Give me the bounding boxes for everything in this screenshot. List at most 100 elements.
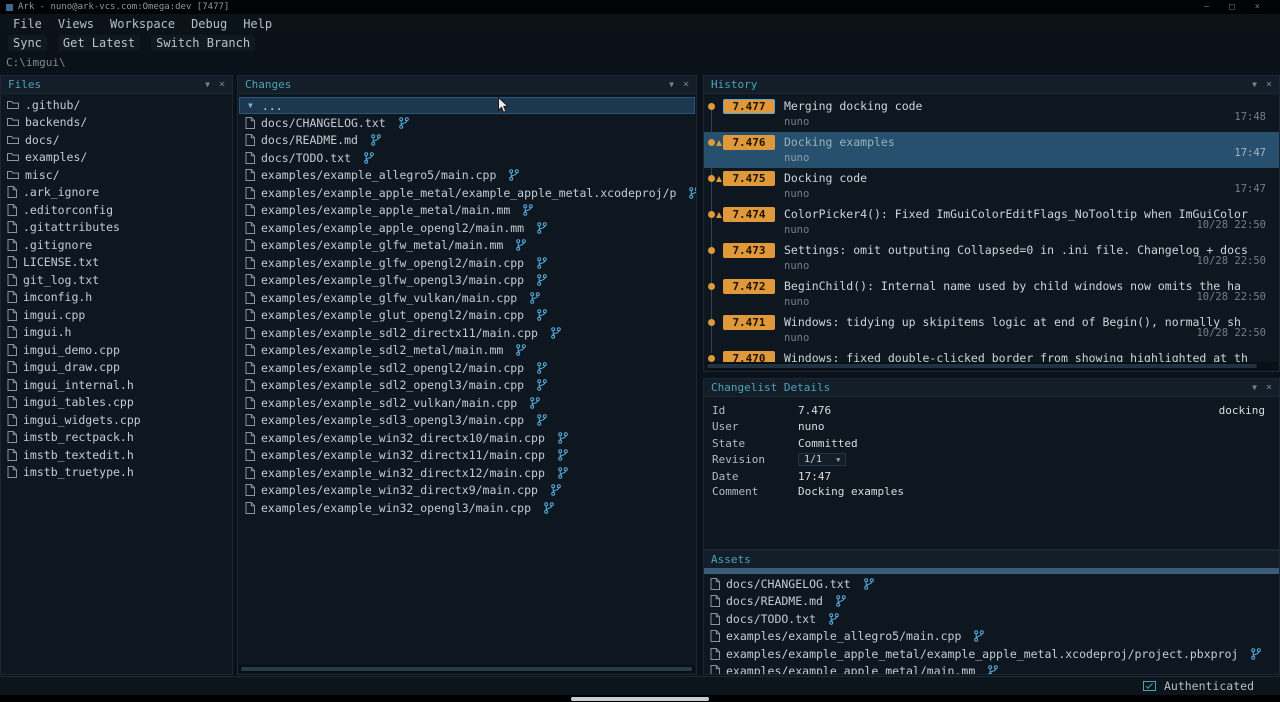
changeset-badge[interactable]: 7.477 — [723, 99, 775, 114]
detail-label: Comment — [704, 485, 798, 498]
changed-file-row[interactable]: examples/example_glfw_vulkan/main.cpp — [238, 289, 696, 307]
file-tree-item[interactable]: imgui_widgets.cpp — [1, 411, 232, 429]
file-tree-item[interactable]: backends/ — [1, 114, 232, 132]
file-tree-item[interactable]: .gitattributes — [1, 219, 232, 237]
changed-file-row[interactable]: docs/TODO.txt — [238, 149, 696, 167]
file-tree-item[interactable]: docs/ — [1, 131, 232, 149]
changed-file-row[interactable]: docs/README.md — [238, 132, 696, 150]
filter-icon[interactable]: ▼ — [1252, 80, 1257, 89]
changeset-row[interactable]: 7.471Windows: tidying up skipitems logic… — [704, 312, 1279, 348]
asset-row[interactable]: examples/example_apple_metal/example_app… — [704, 645, 1279, 663]
file-tree-item[interactable]: .ark_ignore — [1, 184, 232, 202]
maximize-icon[interactable]: □ — [1229, 2, 1234, 12]
close-panel-icon[interactable]: × — [219, 79, 225, 90]
history-hscrollbar[interactable] — [705, 362, 1278, 370]
menu-debug[interactable]: Debug — [184, 17, 234, 31]
file-tree-item[interactable]: imgui_tables.cpp — [1, 394, 232, 412]
changed-file-row[interactable]: examples/example_sdl3_opengl3/main.cpp — [238, 412, 696, 430]
mouse-cursor — [497, 96, 510, 119]
file-tree-item[interactable]: imgui_demo.cpp — [1, 341, 232, 359]
get-latest-button[interactable]: Get Latest — [58, 35, 140, 51]
changeset-row[interactable]: 7.473Settings: omit outputing Collapsed=… — [704, 240, 1279, 276]
changes-root-row[interactable]: ▼ ... — [239, 97, 695, 114]
file-tree-item[interactable]: imstb_rectpack.h — [1, 429, 232, 447]
changed-file-row[interactable]: examples/example_sdl2_vulkan/main.cpp — [238, 394, 696, 412]
menu-views[interactable]: Views — [51, 17, 101, 31]
changed-file-row[interactable]: examples/example_win32_opengl3/main.cpp — [238, 499, 696, 517]
file-tree-item[interactable]: git_log.txt — [1, 271, 232, 289]
changed-file-row[interactable]: examples/example_apple_opengl2/main.mm — [238, 219, 696, 237]
changed-file-row[interactable]: docs/CHANGELOG.txt — [238, 114, 696, 132]
file-tree-item[interactable]: imconfig.h — [1, 289, 232, 307]
changed-file-row[interactable]: examples/example_win32_directx9/main.cpp — [238, 482, 696, 500]
detail-value: 7.476 — [798, 404, 831, 417]
menu-workspace[interactable]: Workspace — [103, 17, 182, 31]
scrollbar-thumb[interactable] — [707, 364, 1257, 368]
filter-icon[interactable]: ▼ — [1252, 383, 1257, 392]
asset-row[interactable]: docs/TODO.txt — [704, 610, 1279, 628]
close-icon[interactable]: × — [1255, 2, 1260, 12]
asset-row[interactable]: docs/README.md — [704, 593, 1279, 611]
changed-file-row[interactable]: examples/example_glfw_opengl3/main.cpp — [238, 272, 696, 290]
changeset-badge[interactable]: 7.473 — [723, 243, 775, 258]
expander-icon[interactable]: ▼ — [248, 101, 253, 110]
changeset-row[interactable]: 7.472BeginChild(): Internal name used by… — [704, 276, 1279, 312]
changed-file-row[interactable]: examples/example_glut_opengl2/main.cpp — [238, 307, 696, 325]
window-controls: – □ × — [1204, 2, 1260, 12]
changed-file-row[interactable]: examples/example_apple_metal/example_app… — [238, 184, 696, 202]
changeset-row[interactable]: 7.477Merging docking codenuno17:48 — [704, 96, 1279, 132]
changed-file-row[interactable]: examples/example_sdl2_opengl3/main.cpp — [238, 377, 696, 395]
file-tree-item[interactable]: .gitignore — [1, 236, 232, 254]
minimize-icon[interactable]: – — [1204, 2, 1209, 12]
changeset-badge[interactable]: 7.471 — [723, 315, 775, 330]
changed-file-row[interactable]: examples/example_win32_directx10/main.cp… — [238, 429, 696, 447]
file-tree-item[interactable]: .editorconfig — [1, 201, 232, 219]
file-tree-item[interactable]: imgui.cpp — [1, 306, 232, 324]
changed-file-row[interactable]: examples/example_sdl2_metal/main.mm — [238, 342, 696, 360]
menu-help[interactable]: Help — [236, 17, 279, 31]
changeset-row[interactable]: 7.476Docking examplesnuno17:47 — [704, 132, 1279, 168]
changed-file-row[interactable]: examples/example_sdl2_opengl2/main.cpp — [238, 359, 696, 377]
changed-file-row[interactable]: examples/example_allegro5/main.cpp — [238, 167, 696, 185]
branch-icon — [689, 187, 696, 199]
changeset-badge[interactable]: 7.476 — [723, 135, 775, 150]
asset-row[interactable]: examples/example_allegro5/main.cpp — [704, 628, 1279, 646]
changeset-row[interactable]: 7.475Docking codenuno17:47 — [704, 168, 1279, 204]
file-tree-item[interactable]: imgui_internal.h — [1, 376, 232, 394]
file-tree-item[interactable]: imgui_draw.cpp — [1, 359, 232, 377]
branch-icon — [1251, 648, 1261, 660]
changeset-badge[interactable]: 7.475 — [723, 171, 775, 186]
filter-icon[interactable]: ▼ — [205, 80, 210, 89]
sync-button[interactable]: Sync — [8, 35, 47, 51]
file-icon — [7, 239, 17, 251]
changed-file-row[interactable]: examples/example_glfw_opengl2/main.cpp — [238, 254, 696, 272]
asset-row[interactable]: docs/CHANGELOG.txt — [704, 575, 1279, 593]
file-tree-item[interactable]: examples/ — [1, 149, 232, 167]
changed-file-row[interactable]: examples/example_sdl2_directx11/main.cpp — [238, 324, 696, 342]
changed-file-row[interactable]: examples/example_win32_directx11/main.cp… — [238, 447, 696, 465]
asset-row[interactable]: examples/example_apple_metal/main.mm — [704, 663, 1279, 675]
file-tree-item[interactable]: LICENSE.txt — [1, 254, 232, 272]
changed-file-row[interactable]: examples/example_apple_metal/main.mm — [238, 202, 696, 220]
file-tree-item[interactable]: misc/ — [1, 166, 232, 184]
changed-file-row[interactable]: examples/example_win32_directx12/main.cp… — [238, 464, 696, 482]
file-tree-item[interactable]: imstb_textedit.h — [1, 446, 232, 464]
switch-branch-button[interactable]: Switch Branch — [151, 35, 255, 51]
scrollbar-thumb[interactable] — [241, 667, 692, 671]
changeset-badge[interactable]: 7.472 — [723, 279, 775, 294]
file-tree-item[interactable]: .github/ — [1, 96, 232, 114]
changeset-row[interactable]: 7.470Windows: fixed double-clicked borde… — [704, 348, 1279, 363]
close-panel-icon[interactable]: × — [683, 79, 689, 90]
revision-combo[interactable]: 1/1▼ — [798, 453, 846, 466]
changed-file-row[interactable]: examples/example_glfw_metal/main.mm — [238, 237, 696, 255]
file-tree-item[interactable]: imstb_truetype.h — [1, 464, 232, 482]
filter-icon[interactable]: ▼ — [669, 80, 674, 89]
file-tree-item[interactable]: imgui.h — [1, 324, 232, 342]
detail-value: nuno — [798, 420, 825, 433]
menu-file[interactable]: File — [6, 17, 49, 31]
changeset-badge[interactable]: 7.474 — [723, 207, 775, 222]
close-panel-icon[interactable]: × — [1266, 79, 1272, 90]
changeset-row[interactable]: 7.474ColorPicker4(): Fixed ImGuiColorEdi… — [704, 204, 1279, 240]
changes-hscrollbar[interactable] — [239, 665, 695, 673]
close-panel-icon[interactable]: × — [1266, 382, 1272, 393]
